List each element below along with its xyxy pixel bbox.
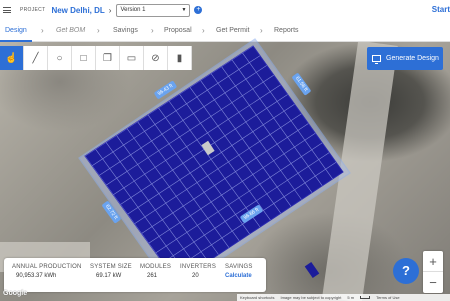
stat-value: 69.17 kW: [96, 273, 122, 279]
tab-reports[interactable]: Reports: [274, 27, 299, 34]
version-select[interactable]: Version 1 ▼: [116, 3, 191, 17]
copy-icon: ❐: [103, 52, 112, 64]
stat-modules: MODULES 261: [140, 264, 171, 279]
monitor-icon: [372, 55, 381, 64]
chevron-right-icon: ›: [41, 26, 44, 35]
hand-pointer-icon: ☝: [5, 52, 18, 64]
stat-label: MODULES: [140, 264, 172, 270]
zoom-control: + −: [423, 251, 443, 293]
stat-label: SAVINGS: [225, 264, 253, 270]
hide-tool-button[interactable]: ⊘: [144, 46, 168, 70]
system-stats-bar: ANNUAL PRODUCTION 90,953.37 kWh SYSTEM S…: [4, 258, 266, 292]
circle-icon: ○: [56, 52, 63, 64]
generate-design-label: Generate Design: [386, 55, 439, 62]
app-header: PROJECT New Delhi, DL › Version 1 ▼ + St…: [0, 0, 450, 20]
chevron-right-icon: ›: [202, 26, 205, 35]
delete-tool-button[interactable]: ▮: [168, 46, 192, 70]
chevron-right-icon: ›: [108, 5, 112, 15]
tab-get-bom[interactable]: Get BOM: [56, 27, 85, 34]
project-label: PROJECT: [20, 7, 46, 13]
line-tool-button[interactable]: ╱: [24, 46, 48, 70]
circle-tool-button[interactable]: ○: [48, 46, 72, 70]
hamburger-menu-icon[interactable]: [3, 7, 11, 13]
copy-tool-button[interactable]: ❐: [96, 46, 120, 70]
tab-design[interactable]: Design: [5, 27, 27, 34]
rectangle-icon: □: [80, 52, 87, 64]
clipboard-tool-button[interactable]: ▭: [120, 46, 144, 70]
terms-link[interactable]: Terms of Use: [376, 295, 400, 300]
eye-slash-icon: ⊘: [151, 52, 160, 64]
stat-savings: SAVINGS Calculate: [225, 264, 253, 279]
version-value: Version 1: [120, 7, 146, 13]
road: [322, 42, 398, 301]
select-tool-button[interactable]: ☝: [0, 46, 24, 70]
drawing-toolbar: ☝ ╱ ○ □ ❐ ▭ ⊘ ▮: [0, 46, 192, 70]
project-name[interactable]: New Delhi, DL: [51, 6, 104, 15]
keyboard-shortcuts-link[interactable]: Keyboard shortcuts: [240, 295, 274, 300]
workflow-tabs: Design › Get BOM › Savings › Proposal › …: [0, 22, 450, 42]
tab-savings[interactable]: Savings: [113, 27, 138, 34]
tab-proposal[interactable]: Proposal: [164, 27, 192, 34]
scale-label: 5 m: [347, 295, 355, 300]
generate-design-button[interactable]: Generate Design: [367, 47, 443, 70]
add-version-icon[interactable]: +: [194, 6, 203, 14]
trash-icon: ▮: [176, 52, 183, 64]
scale-bar: [360, 296, 371, 299]
stat-label: ANNUAL PRODUCTION: [12, 264, 82, 270]
google-logo: Google: [3, 290, 28, 297]
chevron-right-icon: ›: [260, 26, 263, 35]
copyright-notice: Image may be subject to copyright: [280, 295, 342, 300]
calculate-savings-link[interactable]: Calculate: [225, 273, 253, 279]
stat-label: SYSTEM SIZE: [90, 264, 132, 270]
chevron-right-icon: ›: [151, 26, 154, 35]
stat-value: 261: [147, 273, 158, 279]
chevron-right-icon: ›: [97, 26, 100, 35]
tab-get-permit[interactable]: Get Permit: [216, 27, 249, 34]
line-icon: ╱: [32, 52, 39, 64]
stat-label: INVERTERS: [180, 264, 217, 270]
start-button[interactable]: Start: [432, 5, 450, 14]
stat-inverters: INVERTERS 20: [180, 264, 216, 279]
stat-annual-production: ANNUAL PRODUCTION 90,953.37 kWh: [12, 264, 82, 279]
rectangle-tool-button[interactable]: □: [72, 46, 96, 70]
map-attribution: Keyboard shortcuts Image may be subject …: [237, 294, 450, 301]
stat-value: 90,953.37 kWh: [16, 273, 57, 279]
stat-system-size: SYSTEM SIZE 69.17 kW: [90, 264, 132, 279]
caret-down-icon: ▼: [181, 7, 187, 13]
help-button[interactable]: ?: [393, 258, 419, 284]
zoom-out-button[interactable]: −: [423, 272, 443, 293]
stat-value: 20: [192, 273, 199, 279]
zoom-in-button[interactable]: +: [423, 251, 443, 272]
clipboard-icon: ▭: [126, 52, 137, 64]
